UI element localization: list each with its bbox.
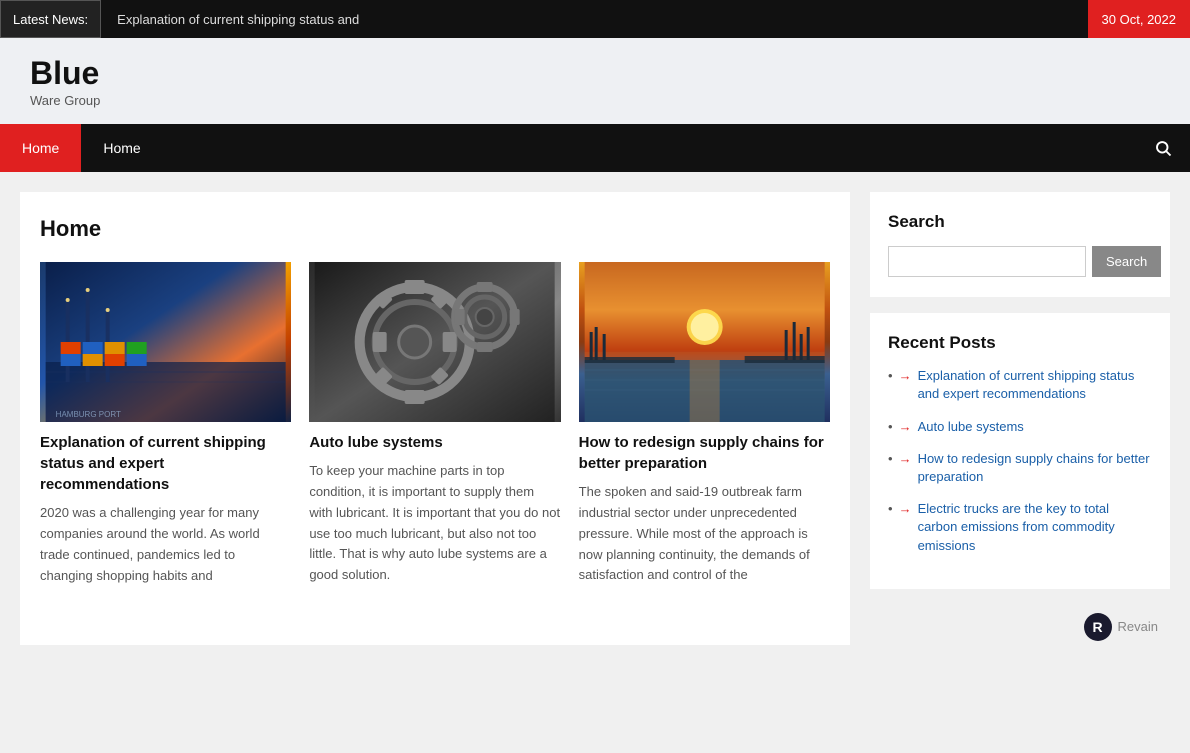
article-headline-1: Explanation of current shipping status a… — [40, 432, 291, 495]
article-excerpt-3: The spoken and said-19 outbreak farm ind… — [579, 482, 830, 586]
recent-post-bullet-2: • — [888, 419, 893, 434]
recent-post-item-3: • → How to redesign supply chains for be… — [888, 450, 1152, 486]
sidebar: Search Search Recent Posts • → Explanati… — [870, 192, 1170, 645]
date-badge: 30 Oct, 2022 — [1088, 0, 1190, 38]
main-nav: Home Home — [0, 124, 1190, 172]
recent-post-link-3[interactable]: How to redesign supply chains for better… — [918, 450, 1152, 486]
revain-logo: R Revain — [870, 605, 1170, 645]
nav-search-icon[interactable] — [1136, 124, 1190, 172]
recent-post-item-2: • → Auto lube systems — [888, 418, 1152, 436]
latest-news-label: Latest News: — [13, 12, 88, 27]
recent-post-link-1[interactable]: Explanation of current shipping status a… — [918, 367, 1152, 403]
recent-posts-title: Recent Posts — [888, 333, 1152, 353]
article-card-2: Auto lube systems To keep your machine p… — [309, 262, 560, 586]
nav-home-2[interactable]: Home — [81, 124, 162, 172]
article-excerpt-1: 2020 was a challenging year for many com… — [40, 503, 291, 586]
search-input[interactable] — [888, 246, 1086, 277]
search-widget: Search Search — [870, 192, 1170, 297]
article-card-1: HAMBURG PORT Explanation of current ship… — [40, 262, 291, 586]
latest-news-badge: Latest News: — [0, 0, 101, 38]
search-widget-title: Search — [888, 212, 1152, 232]
ticker-text: Explanation of current shipping status a… — [101, 12, 375, 27]
site-title: Blue — [30, 56, 1160, 91]
revain-icon: R — [1084, 613, 1112, 641]
recent-post-item-4: • → Electric trucks are the key to total… — [888, 500, 1152, 555]
article-grid: HAMBURG PORT Explanation of current ship… — [40, 262, 830, 586]
article-img-2 — [309, 262, 560, 422]
recent-post-arrow-4: → — [899, 501, 912, 516]
recent-post-link-4[interactable]: Electric trucks are the key to total car… — [918, 500, 1152, 555]
article-headline-2: Auto lube systems — [309, 432, 560, 453]
site-header: Blue Ware Group — [0, 38, 1190, 124]
article-img-1: HAMBURG PORT — [40, 262, 291, 422]
content-title: Home — [40, 216, 830, 242]
article-img-3 — [579, 262, 830, 422]
recent-post-bullet-3: • — [888, 451, 893, 466]
recent-post-bullet-1: • — [888, 368, 893, 383]
content-area: Home — [20, 192, 850, 645]
article-excerpt-2: To keep your machine parts in top condit… — [309, 461, 560, 586]
article-card-3: How to redesign supply chains for better… — [579, 262, 830, 586]
svg-text:HAMBURG PORT: HAMBURG PORT — [56, 410, 121, 419]
recent-posts-widget: Recent Posts • → Explanation of current … — [870, 313, 1170, 589]
revain-text: Revain — [1118, 619, 1158, 634]
recent-post-item-1: • → Explanation of current shipping stat… — [888, 367, 1152, 403]
article-headline-3: How to redesign supply chains for better… — [579, 432, 830, 474]
recent-post-arrow-3: → — [899, 451, 912, 466]
main-container: Home — [0, 172, 1190, 665]
site-subtitle: Ware Group — [30, 93, 1160, 108]
search-row: Search — [888, 246, 1152, 277]
recent-post-arrow-1: → — [899, 368, 912, 383]
recent-post-link-2[interactable]: Auto lube systems — [918, 418, 1024, 436]
recent-post-arrow-2: → — [899, 419, 912, 434]
search-button[interactable]: Search — [1092, 246, 1161, 277]
top-bar: Latest News: Explanation of current ship… — [0, 0, 1190, 38]
recent-post-bullet-4: • — [888, 501, 893, 516]
nav-home-1[interactable]: Home — [0, 124, 81, 172]
